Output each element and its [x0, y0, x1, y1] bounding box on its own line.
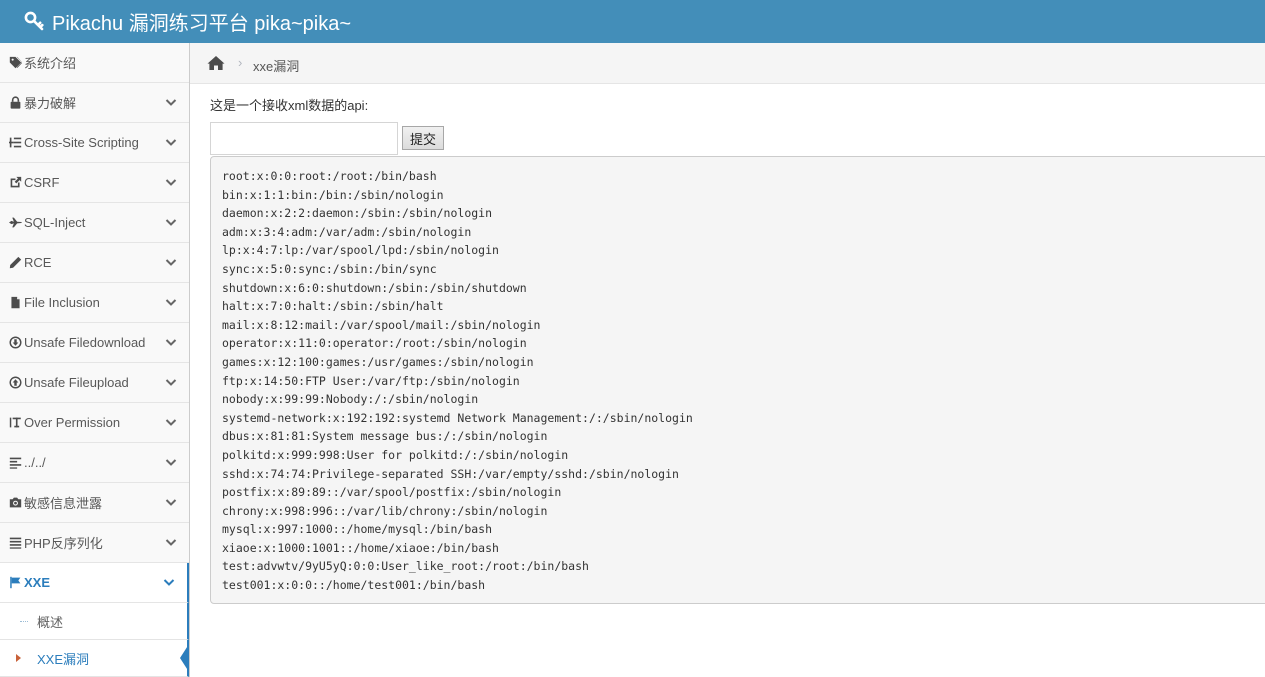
xml-response-output: root:x:0:0:root:/root:/bin/bash bin:x:1:1…: [210, 156, 1265, 604]
api-intro-text: 这是一个接收xml数据的api:: [210, 98, 369, 113]
submenu-item-label: 概述: [37, 614, 64, 630]
output-line: operator:x:11:0:operator:/root:/sbin/nol…: [222, 336, 527, 351]
chevron-down-icon: [165, 536, 177, 548]
output-line: games:x:12:100:games:/usr/games:/sbin/no…: [222, 354, 534, 369]
lock-icon: [7, 96, 23, 110]
output-line: mail:x:8:12:mail:/var/spool/mail:/sbin/n…: [222, 317, 541, 332]
breadcrumb-current: xxe漏洞: [253, 59, 300, 74]
breadcrumb: › xxe漏洞: [190, 43, 1265, 84]
output-line: systemd-network:x:192:192:systemd Networ…: [222, 410, 693, 425]
sidebar-item-label: Over Permission: [24, 415, 121, 430]
sidebar-item-label: ../../: [24, 455, 46, 470]
output-line: test:advwtv/9yU5yQ:0:0:User_like_root:/r…: [222, 559, 589, 574]
sidebar-item-label: 敏感信息泄露: [24, 496, 103, 511]
output-line: shutdown:x:6:0:shutdown:/sbin:/sbin/shut…: [222, 280, 527, 295]
sidebar-item-unsafe-filedownload[interactable]: Unsafe Filedownload: [0, 323, 189, 363]
list-tree-icon: [7, 136, 23, 150]
sidebar-item-php-unserialize[interactable]: PHP反序列化: [0, 523, 189, 563]
submit-button[interactable]: 提交: [402, 126, 444, 150]
sidebar-item-label: Cross-Site Scripting: [24, 135, 139, 150]
sidebar-item-label: XXE: [24, 575, 51, 590]
sidebar-item-label: PHP反序列化: [24, 536, 103, 551]
chevron-down-icon: [165, 136, 177, 148]
key-icon: [24, 11, 44, 31]
fighter-jet-icon: [7, 216, 23, 230]
align-left-icon: [7, 456, 23, 470]
sidebar-item-label: CSRF: [24, 175, 60, 190]
flag-icon: [7, 576, 23, 590]
sidebar-item-label: RCE: [24, 255, 52, 270]
output-line: lp:x:4:7:lp:/var/spool/lpd:/sbin/nologin: [222, 243, 499, 258]
xml-input[interactable]: [210, 122, 398, 155]
output-line: sync:x:5:0:sync:/sbin:/bin/sync: [222, 261, 437, 276]
text-height-icon: [7, 416, 23, 430]
chevron-down-icon: [165, 496, 177, 508]
sidebar-item-cross-site-scripting[interactable]: Cross-Site Scripting: [0, 123, 189, 163]
sidebar-item-label: 暴力破解: [24, 96, 77, 111]
camera-icon: [7, 496, 23, 510]
submenu-item-label: XXE漏洞: [37, 651, 90, 667]
sidebar-item-label: SQL-Inject: [24, 215, 86, 230]
submenu-item-xxe-vuln[interactable]: XXE漏洞: [0, 640, 189, 677]
chevron-down-icon: [165, 456, 177, 468]
output-line: nobody:x:99:99:Nobody:/:/sbin/nologin: [222, 392, 479, 407]
sidebar: 系统介绍暴力破解 Cross-Site Scripting CSRF SQL-Inje…: [0, 43, 190, 677]
upload-circle-icon: [7, 376, 23, 390]
breadcrumb-separator: ›: [238, 55, 243, 70]
output-line: adm:x:3:4:adm:/var/adm:/sbin/nologin: [222, 224, 472, 239]
sidebar-item-label: Unsafe Filedownload: [24, 335, 146, 350]
output-line: sshd:x:74:74:Privilege-separated SSH:/va…: [222, 466, 679, 481]
caret-right-icon: [16, 654, 21, 662]
chevron-down-icon: [163, 576, 175, 588]
sidebar-item-label: File Inclusion: [24, 295, 100, 310]
brand-link[interactable]: Pikachu 漏洞练习平台 pika~pika~: [24, 8, 352, 35]
align-justify-icon: [7, 536, 23, 550]
output-line: daemon:x:2:2:daemon:/sbin:/sbin/nologin: [222, 206, 493, 221]
sidebar-item-unsafe-fileupload[interactable]: Unsafe Fileupload: [0, 363, 189, 403]
output-line: test001:x:0:0::/home/test001:/bin/bash: [222, 578, 486, 593]
download-circle-icon: [7, 336, 23, 350]
home-icon[interactable]: [207, 55, 225, 71]
tree-connector: [20, 621, 28, 622]
chevron-down-icon: [165, 336, 177, 348]
output-line: chrony:x:998:996::/var/lib/chrony:/sbin/…: [222, 503, 548, 518]
output-line: polkitd:x:999:998:User for polkitd:/:/sb…: [222, 447, 569, 462]
output-line: root:x:0:0:root:/root:/bin/bash: [222, 169, 437, 183]
chevron-down-icon: [165, 176, 177, 188]
sidebar-item-dir-traversal[interactable]: ../../: [0, 443, 189, 483]
tag-icon: [7, 56, 23, 70]
output-line: ftp:x:14:50:FTP User:/var/ftp:/sbin/nolo…: [222, 373, 520, 388]
output-line: postfix:x:89:89::/var/spool/postfix:/sbi…: [222, 485, 562, 500]
chevron-down-icon: [165, 216, 177, 228]
output-line: xiaoe:x:1000:1001::/home/xiaoe:/bin/bash: [222, 540, 499, 555]
sidebar-item-brute-force[interactable]: 暴力破解: [0, 83, 189, 123]
output-line: mysql:x:997:1000::/home/mysql:/bin/bash: [222, 522, 493, 537]
chevron-down-icon: [165, 376, 177, 388]
sidebar-item-xxe[interactable]: XXE: [0, 563, 189, 603]
app-title: Pikachu 漏洞练习平台 pika~pika~: [52, 12, 352, 35]
top-navbar: Pikachu 漏洞练习平台 pika~pika~: [0, 0, 1265, 43]
sidebar-item-csrf[interactable]: CSRF: [0, 163, 189, 203]
chevron-down-icon: [165, 96, 177, 108]
sidebar-item-label: Unsafe Fileupload: [24, 375, 129, 390]
sidebar-item-rce[interactable]: RCE: [0, 243, 189, 283]
sidebar-item-file-inclusion[interactable]: File Inclusion: [0, 283, 189, 323]
active-indicator: [180, 644, 189, 672]
chevron-down-icon: [165, 416, 177, 428]
file-icon: [7, 296, 23, 310]
sidebar-item-label: 系统介绍: [24, 56, 77, 71]
pencil-icon: [7, 256, 23, 270]
sidebar-item-intro[interactable]: 系统介绍: [0, 43, 189, 83]
external-link-icon: [7, 176, 23, 190]
output-line: dbus:x:81:81:System message bus:/:/sbin/…: [222, 429, 548, 444]
sidebar-item-over-permission[interactable]: Over Permission: [0, 403, 189, 443]
output-line: halt:x:7:0:halt:/sbin:/sbin/halt: [222, 299, 444, 314]
submenu-item-overview[interactable]: 概述: [0, 603, 189, 640]
chevron-down-icon: [165, 256, 177, 268]
sidebar-item-info-leak[interactable]: 敏感信息泄露: [0, 483, 189, 523]
output-line: bin:x:1:1:bin:/bin:/sbin/nologin: [222, 187, 444, 202]
chevron-down-icon: [165, 296, 177, 308]
sidebar-item-sql-inject[interactable]: SQL-Inject: [0, 203, 189, 243]
